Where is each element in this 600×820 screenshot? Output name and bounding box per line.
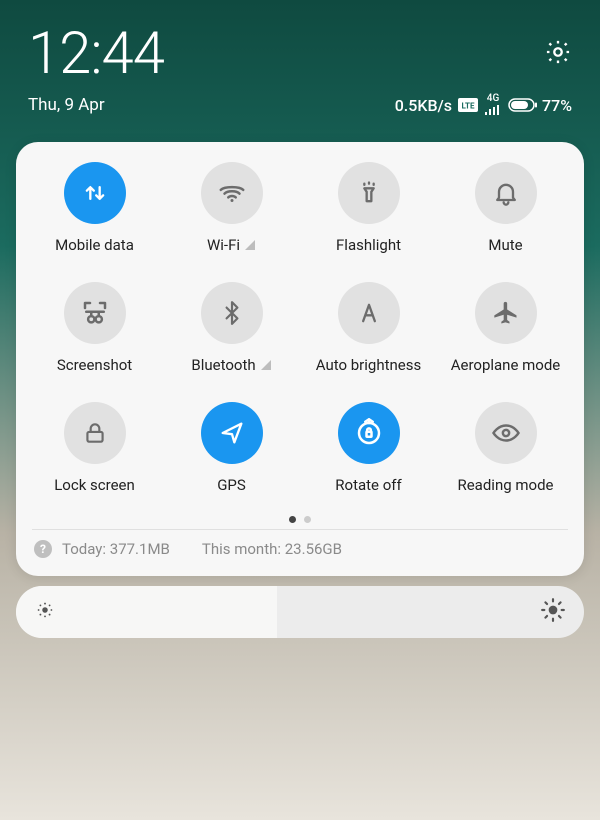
tile-label: Screenshot <box>57 356 132 374</box>
tile-bluetooth[interactable]: Bluetooth <box>165 282 298 374</box>
tile-label: Aeroplane mode <box>451 356 561 374</box>
tile-mobile-data[interactable]: Mobile data <box>28 162 161 254</box>
tile-label: Rotate off <box>335 476 401 494</box>
tile-aeroplane-mode[interactable]: Aeroplane mode <box>439 282 572 374</box>
tile-flashlight[interactable]: Flashlight <box>302 162 435 254</box>
tile-label: Lock screen <box>54 476 135 494</box>
quick-settings-panel: Mobile data Wi-Fi Flashlight Mute <box>16 142 584 576</box>
tile-label: Mobile data <box>55 236 134 254</box>
lock-icon <box>64 402 126 464</box>
data-usage-row[interactable]: ? Today: 377.1MB This month: 23.56GB <box>28 540 572 564</box>
tile-wifi[interactable]: Wi-Fi <box>165 162 298 254</box>
flashlight-icon <box>338 162 400 224</box>
tile-label: Reading mode <box>457 476 553 494</box>
clock-time: 12:44 <box>28 20 164 88</box>
wifi-icon <box>201 162 263 224</box>
tile-label: Bluetooth <box>191 356 271 374</box>
status-bar: 0.5KB/s LTE 4G 77% <box>395 94 572 116</box>
battery-icon: 77% <box>508 96 572 115</box>
status-header: 12:44 Thu, 9 Apr 0.5KB/s LTE 4G 77% <box>0 0 600 128</box>
tile-label: Auto brightness <box>316 356 421 374</box>
svg-text:LTE: LTE <box>462 102 475 111</box>
divider <box>32 529 568 530</box>
tile-label: Mute <box>488 236 522 254</box>
eye-icon <box>475 402 537 464</box>
mobile-data-icon <box>64 162 126 224</box>
tile-gps[interactable]: GPS <box>165 402 298 494</box>
aeroplane-icon <box>475 282 537 344</box>
tile-mute[interactable]: Mute <box>439 162 572 254</box>
brightness-slider[interactable] <box>16 586 584 638</box>
network-speed: 0.5KB/s <box>395 96 452 115</box>
location-arrow-icon <box>201 402 263 464</box>
mobile-network-icon: 4G <box>484 94 502 116</box>
tile-reading-mode[interactable]: Reading mode <box>439 402 572 494</box>
rotate-lock-icon <box>338 402 400 464</box>
tile-auto-brightness[interactable]: Auto brightness <box>302 282 435 374</box>
help-icon: ? <box>34 540 52 558</box>
battery-percent: 77% <box>542 96 572 115</box>
tile-label: GPS <box>217 476 246 494</box>
signal-triangle-icon <box>260 359 272 371</box>
tile-lock-screen[interactable]: Lock screen <box>28 402 161 494</box>
usage-today: Today: 377.1MB <box>62 540 170 558</box>
bell-icon <box>475 162 537 224</box>
tile-rotate[interactable]: Rotate off <box>302 402 435 494</box>
brightness-high-icon <box>540 597 566 627</box>
tile-label: Flashlight <box>336 236 401 254</box>
tile-screenshot[interactable]: Screenshot <box>28 282 161 374</box>
volte-icon: LTE <box>458 98 478 112</box>
page-indicator[interactable] <box>28 516 572 523</box>
screenshot-icon <box>64 282 126 344</box>
bluetooth-icon <box>201 282 263 344</box>
signal-triangle-icon <box>244 239 256 251</box>
settings-gear-icon[interactable] <box>544 38 572 70</box>
pager-dot <box>289 516 296 523</box>
usage-month: This month: 23.56GB <box>202 540 342 558</box>
date-text: Thu, 9 Apr <box>28 95 105 115</box>
auto-brightness-icon <box>338 282 400 344</box>
tile-label: Wi-Fi <box>207 236 256 254</box>
pager-dot <box>304 516 311 523</box>
